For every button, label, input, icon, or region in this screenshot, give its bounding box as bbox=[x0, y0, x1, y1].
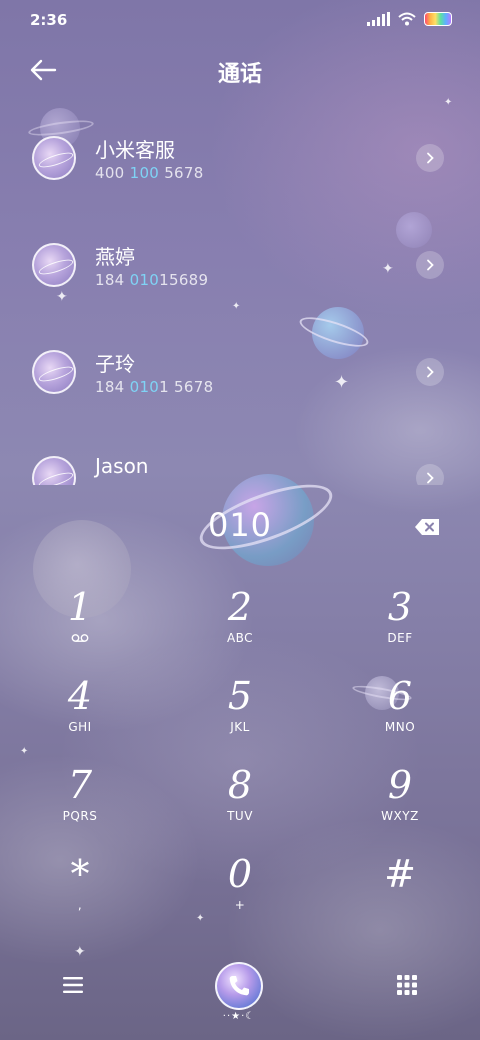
signal-icon bbox=[367, 12, 390, 26]
chevron-right-icon bbox=[427, 259, 434, 271]
status-icons bbox=[367, 12, 452, 26]
key-letters: ABC bbox=[226, 631, 254, 645]
key-3[interactable]: 3 DEF bbox=[335, 585, 465, 665]
key-digit: 0 bbox=[227, 852, 253, 896]
keypad: 1 2 ABC 3 DEF 4 GHI 5 JKL 6 MNO 7 PQRS 8… bbox=[0, 585, 480, 930]
call-button[interactable] bbox=[215, 962, 263, 1010]
contact-item[interactable]: 子玲 184 0101 5678 bbox=[0, 324, 480, 414]
avatar bbox=[32, 456, 76, 485]
key-digit: 4 bbox=[67, 674, 93, 718]
number-match-highlight: 100 bbox=[129, 164, 160, 182]
key-letters: TUV bbox=[227, 809, 253, 823]
contact-detail-button[interactable] bbox=[416, 358, 444, 386]
contact-name: Jason bbox=[95, 454, 149, 478]
phone-icon bbox=[229, 976, 249, 996]
number-match-highlight: 010 bbox=[129, 271, 160, 289]
key-digit: * bbox=[70, 852, 90, 896]
voicemail-icon bbox=[71, 634, 89, 642]
status-bar: 2:36 bbox=[0, 0, 480, 40]
wifi-icon bbox=[398, 12, 416, 26]
contact-item[interactable]: 燕婷 184 01015689 bbox=[0, 217, 480, 307]
contact-item[interactable]: Jason bbox=[0, 430, 480, 485]
key-letters: WXYZ bbox=[381, 809, 419, 823]
number-part: 5678 bbox=[159, 164, 204, 182]
key-1[interactable]: 1 bbox=[15, 585, 145, 665]
key-4[interactable]: 4 GHI bbox=[15, 674, 145, 754]
key-letters: + bbox=[234, 898, 246, 912]
header: 通话 bbox=[0, 48, 480, 92]
number-part: 15689 bbox=[159, 271, 209, 289]
number-part: 184 bbox=[95, 378, 130, 396]
dial-display: 010 bbox=[0, 500, 480, 554]
key-digit: 2 bbox=[227, 585, 253, 629]
bottom-bar: ··★·☾ bbox=[0, 955, 480, 1035]
contact-number: 184 0101 5678 bbox=[95, 378, 213, 396]
contact-number: 184 01015689 bbox=[95, 271, 208, 289]
keypad-icon[interactable] bbox=[396, 974, 418, 998]
call-decoration: ··★·☾ bbox=[222, 1011, 256, 1022]
avatar bbox=[32, 243, 76, 287]
chevron-right-icon bbox=[427, 152, 434, 164]
key-9[interactable]: 9 WXYZ bbox=[335, 763, 465, 843]
contact-name: 小米客服 bbox=[95, 138, 175, 162]
key-digit: 7 bbox=[67, 763, 93, 807]
contact-number: 400 100 5678 bbox=[95, 164, 204, 182]
key-digit: 1 bbox=[67, 585, 93, 629]
key-letters: MNO bbox=[384, 720, 416, 734]
number-match-highlight: 010 bbox=[129, 378, 160, 396]
key-0[interactable]: 0 + bbox=[175, 852, 305, 932]
key-letters: DEF bbox=[387, 631, 413, 645]
number-part: 1 5678 bbox=[159, 378, 214, 396]
contact-detail-button[interactable] bbox=[416, 464, 444, 485]
key-digit: 9 bbox=[387, 763, 413, 807]
key-2[interactable]: 2 ABC bbox=[175, 585, 305, 665]
key-letters: JKL bbox=[230, 720, 250, 734]
contact-item[interactable]: 小米客服 400 100 5678 bbox=[0, 110, 480, 200]
battery-icon bbox=[424, 12, 452, 26]
contact-detail-button[interactable] bbox=[416, 251, 444, 279]
contact-name: 燕婷 bbox=[95, 245, 135, 269]
key-6[interactable]: 6 MNO bbox=[335, 674, 465, 754]
key-7[interactable]: 7 PQRS bbox=[15, 763, 145, 843]
key-digit: 8 bbox=[227, 763, 253, 807]
key-letters: GHI bbox=[68, 720, 92, 734]
avatar bbox=[32, 350, 76, 394]
star-decoration: ✦ bbox=[444, 97, 453, 108]
key-8[interactable]: 8 TUV bbox=[175, 763, 305, 843]
chevron-right-icon bbox=[427, 366, 434, 378]
key-letters: PQRS bbox=[62, 809, 98, 823]
page-title: 通话 bbox=[217, 62, 262, 87]
key-digit: # bbox=[384, 852, 416, 896]
contact-list: 小米客服 400 100 5678 燕婷 184 01015689 子玲 184… bbox=[0, 110, 480, 485]
contact-detail-button[interactable] bbox=[416, 144, 444, 172]
backspace-icon[interactable] bbox=[413, 517, 441, 537]
contact-name: 子玲 bbox=[95, 352, 135, 376]
avatar bbox=[32, 136, 76, 180]
key-hash[interactable]: # bbox=[335, 852, 465, 932]
key-5[interactable]: 5 JKL bbox=[175, 674, 305, 754]
key-letters: , bbox=[77, 898, 83, 912]
dialed-number: 010 bbox=[207, 506, 273, 544]
menu-icon[interactable] bbox=[62, 975, 84, 995]
number-part: 184 bbox=[95, 271, 130, 289]
status-time: 2:36 bbox=[30, 11, 68, 29]
chevron-right-icon bbox=[427, 472, 434, 484]
key-digit: 6 bbox=[387, 674, 413, 718]
number-part: 400 bbox=[95, 164, 130, 182]
key-digit: 5 bbox=[227, 674, 253, 718]
key-digit: 3 bbox=[387, 585, 413, 629]
key-star[interactable]: * , bbox=[15, 852, 145, 932]
